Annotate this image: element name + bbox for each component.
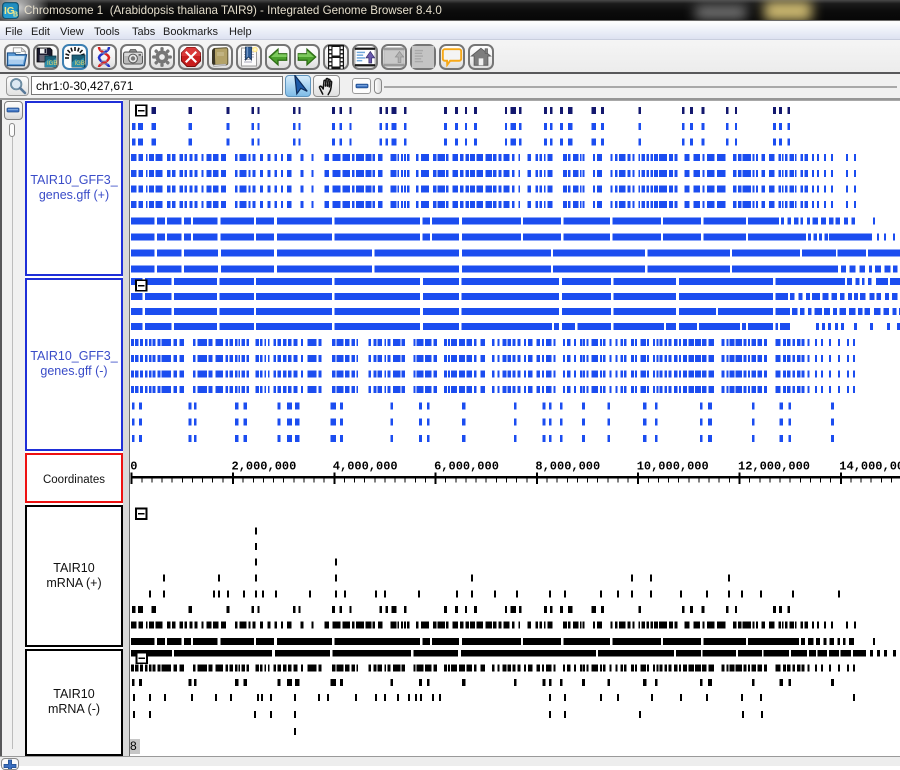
svg-text:IGB: IGB [75, 61, 85, 67]
svg-text:8,000,000: 8,000,000 [535, 460, 600, 474]
svg-text:IGB: IGB [47, 61, 57, 67]
svg-text:10,000,000: 10,000,000 [637, 460, 709, 474]
svg-text:0: 0 [130, 460, 137, 474]
svg-text:14,000,000: 14,000,000 [839, 460, 900, 474]
svg-text:B: B [13, 12, 18, 19]
svg-text:6,000,000: 6,000,000 [434, 460, 499, 474]
svg-text:12,000,000: 12,000,000 [738, 460, 810, 474]
svg-text:2,000,000: 2,000,000 [232, 460, 297, 474]
svg-text:4,000,000: 4,000,000 [333, 460, 398, 474]
